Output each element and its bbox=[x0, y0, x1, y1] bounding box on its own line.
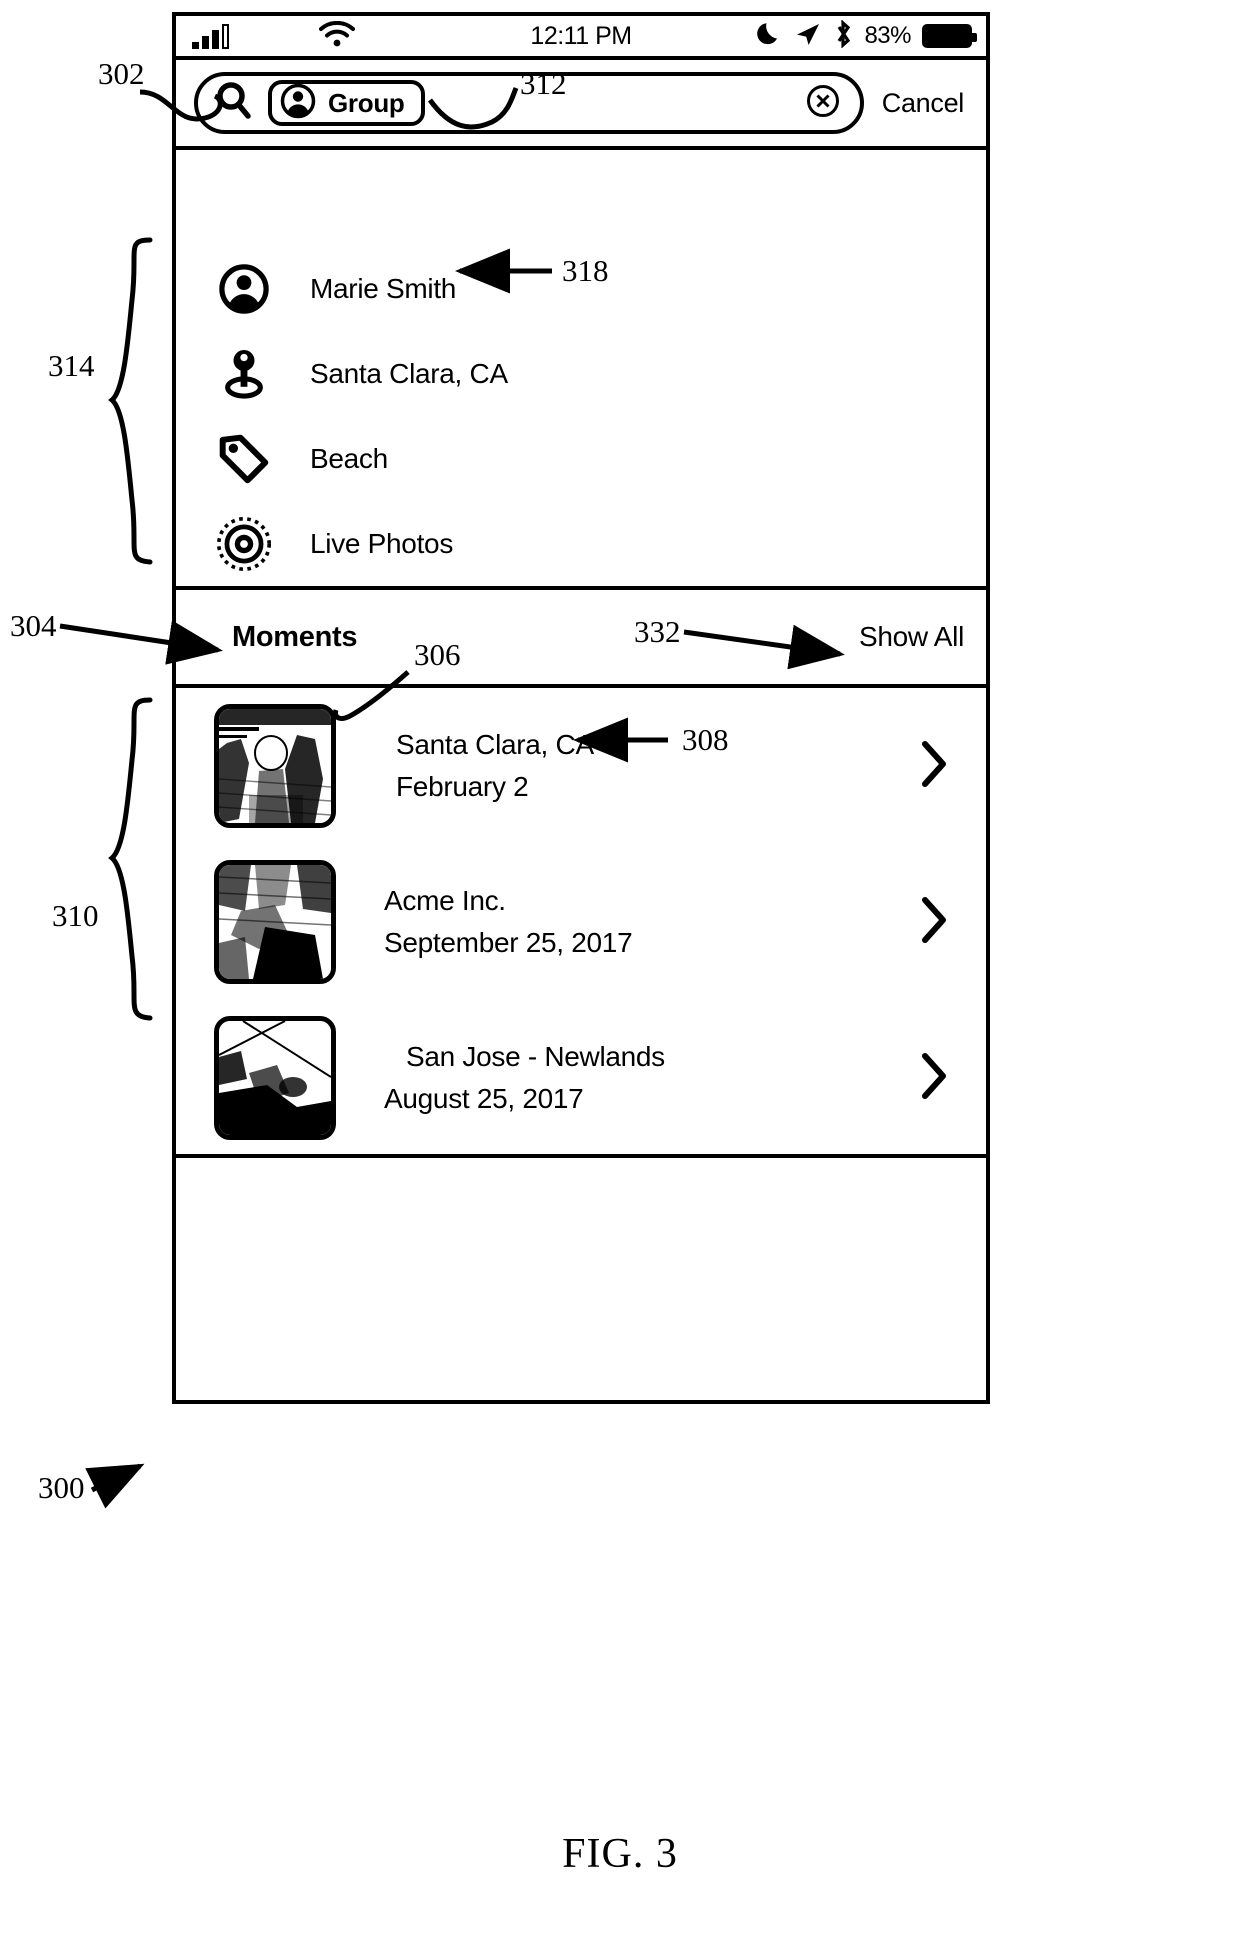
suggestion-item-label: Beach bbox=[310, 442, 388, 474]
search-suggestions-list: Marie Smith Santa Clara, CA Beach Live P… bbox=[176, 150, 986, 590]
status-indicators: 83% bbox=[756, 18, 977, 53]
search-token-group[interactable]: Group bbox=[268, 80, 425, 126]
moments-section-header: Moments Show All bbox=[176, 590, 986, 688]
battery-icon bbox=[922, 24, 977, 48]
moment-thumbnail bbox=[214, 704, 336, 828]
moment-thumbnail bbox=[214, 860, 336, 984]
phone-mockup: 12:11 PM 83% Group Cancel Marie Smith Sa… bbox=[172, 12, 990, 1404]
search-token-label: Group bbox=[328, 87, 405, 118]
ref-numeral-300: 300 bbox=[38, 1470, 85, 1505]
moment-date: February 2 bbox=[396, 771, 529, 802]
ref-numeral-306: 306 bbox=[414, 637, 461, 672]
search-bar-row: Group Cancel bbox=[176, 60, 986, 150]
suggestion-item-label: Santa Clara, CA bbox=[310, 357, 508, 389]
tag-icon bbox=[216, 431, 272, 487]
cancel-button[interactable]: Cancel bbox=[882, 88, 965, 119]
suggestion-item-label: Live Photos bbox=[310, 527, 454, 559]
empty-content-area bbox=[176, 1158, 986, 1400]
show-all-button[interactable]: Show All bbox=[859, 621, 964, 653]
moment-title: Santa Clara, CA bbox=[396, 729, 594, 760]
chevron-right-icon[interactable] bbox=[920, 1052, 948, 1105]
status-bar: 12:11 PM 83% bbox=[176, 16, 986, 60]
ref-numeral-304: 304 bbox=[10, 608, 57, 643]
search-icon bbox=[214, 81, 254, 126]
moments-title: Moments bbox=[232, 620, 358, 653]
ref-numeral-318: 318 bbox=[562, 253, 609, 288]
moment-list-item[interactable]: San Jose - Newlands August 25, 2017 bbox=[176, 1000, 986, 1156]
ref-numeral-312: 312 bbox=[520, 66, 567, 101]
moment-title: San Jose - Newlands bbox=[406, 1041, 665, 1072]
suggestion-item-live-photos[interactable]: Live Photos bbox=[176, 501, 986, 586]
ref-numeral-310: 310 bbox=[52, 898, 99, 933]
ref-numeral-302: 302 bbox=[98, 56, 145, 91]
chevron-right-icon[interactable] bbox=[920, 740, 948, 793]
moment-text-block: Acme Inc. September 25, 2017 bbox=[384, 885, 633, 959]
ref-numeral-314: 314 bbox=[48, 348, 95, 383]
moment-list-item[interactable]: Acme Inc. September 25, 2017 bbox=[176, 844, 986, 1000]
location-arrow-icon bbox=[794, 21, 822, 52]
clear-circle-x-icon[interactable] bbox=[806, 84, 840, 123]
moment-title: Acme Inc. bbox=[384, 885, 506, 916]
moment-text-block: San Jose - Newlands August 25, 2017 bbox=[384, 1041, 665, 1115]
bluetooth-icon bbox=[833, 18, 853, 53]
moment-list-item[interactable]: Santa Clara, CA February 2 bbox=[176, 688, 986, 844]
live-photos-icon bbox=[216, 516, 272, 572]
battery-percent-label: 83% bbox=[864, 22, 911, 49]
person-circle-icon bbox=[216, 261, 272, 317]
figure-caption: FIG. 3 bbox=[562, 1831, 678, 1877]
person-circle-icon bbox=[280, 83, 316, 124]
suggestion-item-label: Marie Smith bbox=[310, 272, 457, 304]
moment-date: August 25, 2017 bbox=[384, 1083, 584, 1114]
map-pin-icon bbox=[216, 346, 272, 402]
chevron-right-icon[interactable] bbox=[920, 896, 948, 949]
moment-text-block: Santa Clara, CA February 2 bbox=[396, 729, 594, 803]
suggestion-item-tag[interactable]: Beach bbox=[176, 416, 986, 501]
do-not-disturb-moon-icon bbox=[756, 20, 783, 52]
ref-numeral-308: 308 bbox=[682, 722, 729, 757]
moments-list: Santa Clara, CA February 2 Acme Inc. Sep… bbox=[176, 688, 986, 1158]
moment-date: September 25, 2017 bbox=[384, 927, 633, 958]
suggestion-item-location[interactable]: Santa Clara, CA bbox=[176, 331, 986, 416]
ref-numeral-332: 332 bbox=[634, 614, 681, 649]
moment-thumbnail bbox=[214, 1016, 336, 1140]
